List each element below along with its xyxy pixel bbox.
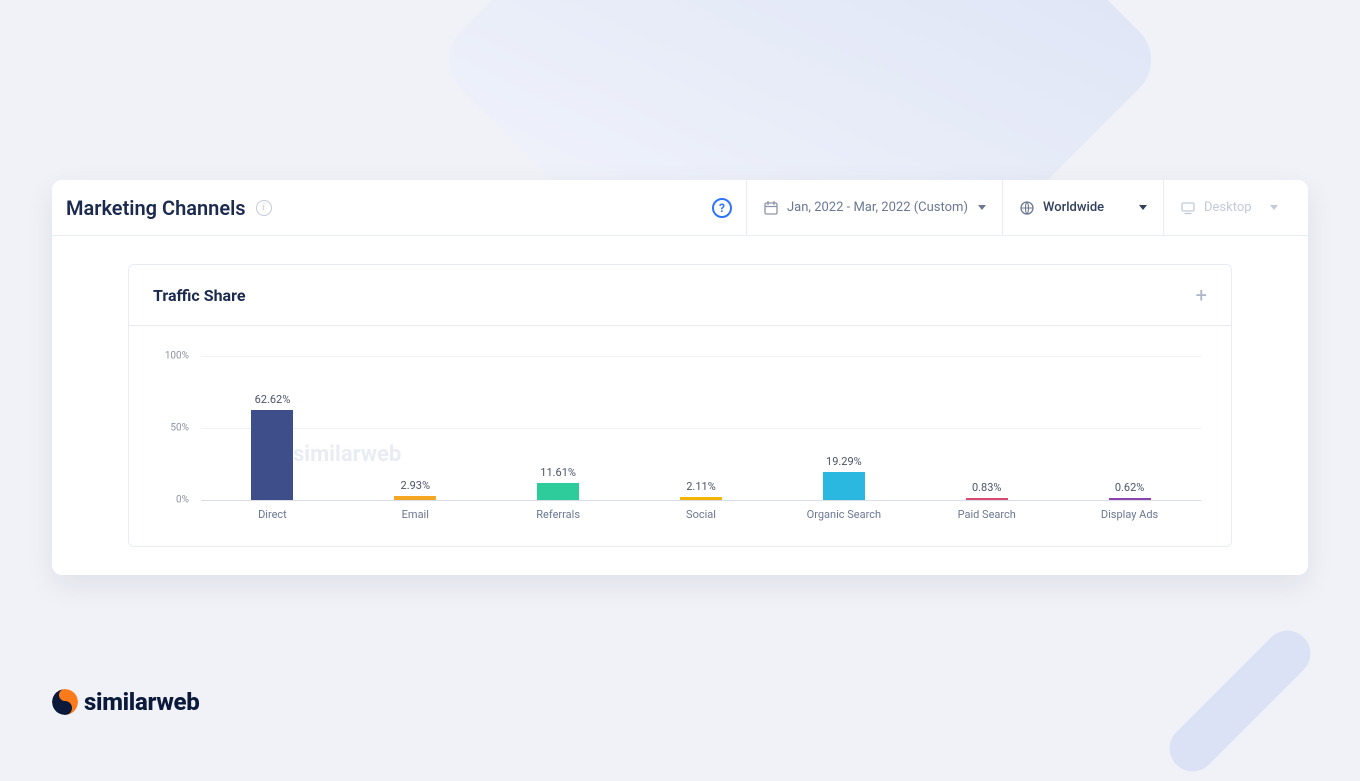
chart-bar: 0.62%Display Ads [1058, 356, 1201, 500]
marketing-channels-card: Marketing Channels i ? Jan, 2022 - Mar, … [52, 180, 1308, 575]
device-label: Desktop [1204, 200, 1252, 215]
bar: 2.93% [394, 496, 436, 500]
similarweb-logo: similarweb [52, 688, 199, 716]
bar: 62.62% [251, 410, 293, 500]
region-selector[interactable]: Worldwide [1003, 180, 1163, 236]
bar-value-label: 2.11% [686, 480, 716, 493]
bar-category-label: Display Ads [1101, 508, 1158, 521]
chart-bar: 2.93%Email [344, 356, 487, 500]
region-label: Worldwide [1043, 200, 1104, 215]
y-tick: 0% [149, 495, 189, 506]
bar-value-label: 0.62% [1115, 481, 1145, 494]
bar: 2.11% [680, 497, 722, 500]
card-header: Marketing Channels i ? Jan, 2022 - Mar, … [52, 180, 1308, 236]
bar-category-label: Email [402, 508, 429, 521]
bar-category-label: Paid Search [958, 508, 1016, 521]
y-tick: 50% [149, 423, 189, 434]
bar-value-label: 19.29% [826, 455, 862, 468]
page-title: Marketing Channels [66, 196, 246, 220]
bar: 19.29% [823, 472, 865, 500]
bar-value-label: 11.61% [540, 466, 576, 479]
traffic-share-chart: similarweb 100% 50% 0% 62.62%Direct2.93%… [129, 326, 1231, 546]
y-tick: 100% [149, 351, 189, 362]
panel-title: Traffic Share [153, 286, 245, 305]
bar-category-label: Referrals [536, 508, 580, 521]
bar-category-label: Social [686, 508, 716, 521]
bar: 0.83% [966, 498, 1008, 500]
plus-icon[interactable]: + [1196, 285, 1207, 305]
background-shape [1160, 621, 1320, 781]
bar-value-label: 62.62% [255, 393, 291, 406]
chart-bar: 0.83%Paid Search [915, 356, 1058, 500]
chevron-down-icon [978, 205, 986, 210]
info-icon[interactable]: i [256, 200, 272, 216]
desktop-icon [1180, 200, 1196, 216]
bar-value-label: 2.93% [401, 479, 431, 492]
date-range-label: Jan, 2022 - Mar, 2022 (Custom) [787, 200, 968, 215]
globe-icon [1019, 200, 1035, 216]
chart-bar: 11.61%Referrals [487, 356, 630, 500]
bar-category-label: Direct [258, 508, 287, 521]
chart-bar: 2.11%Social [630, 356, 773, 500]
plot-area: 62.62%Direct2.93%Email11.61%Referrals2.1… [201, 356, 1201, 500]
chevron-down-icon [1139, 205, 1147, 210]
bar-value-label: 0.83% [972, 481, 1002, 494]
baseline [201, 500, 1201, 501]
date-range-selector[interactable]: Jan, 2022 - Mar, 2022 (Custom) [747, 180, 1002, 236]
help-icon[interactable]: ? [712, 198, 732, 218]
brand-name: similarweb [84, 688, 199, 716]
traffic-share-panel: Traffic Share + similarweb 100% 50% 0% 6… [128, 264, 1232, 547]
panel-header: Traffic Share + [129, 265, 1231, 326]
bar: 0.62% [1109, 498, 1151, 500]
chevron-down-icon [1270, 205, 1278, 210]
similarweb-icon [52, 689, 78, 715]
bar: 11.61% [537, 483, 579, 500]
device-selector[interactable]: Desktop [1164, 180, 1294, 236]
calendar-icon [763, 200, 779, 216]
y-axis: 100% 50% 0% [149, 356, 189, 500]
chart-bar: 62.62%Direct [201, 356, 344, 500]
chart-bar: 19.29%Organic Search [772, 356, 915, 500]
bar-category-label: Organic Search [807, 508, 881, 521]
